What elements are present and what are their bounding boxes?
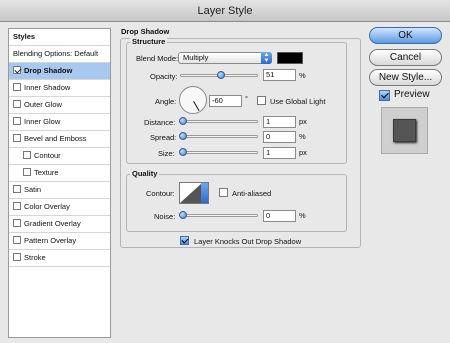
style-item-label: Stroke [24,253,46,262]
spread-slider[interactable] [179,132,258,140]
knockout-label: Layer Knocks Out Drop Shadow [194,237,302,246]
contour-label: Contour: [146,189,175,198]
style-item-checkbox[interactable] [13,134,21,142]
noise-slider-thumb[interactable] [179,211,187,219]
ok-button[interactable]: OK [369,27,442,44]
distance-field[interactable]: 1 [263,116,296,128]
style-item[interactable]: Texture [9,165,110,182]
window-title: Layer Style [0,0,450,22]
size-label: Size: [158,149,175,158]
spread-field[interactable]: 0 [263,131,296,143]
style-item-checkbox[interactable] [13,83,21,91]
angle-unit: ° [245,94,248,103]
blend-mode-value: Multiply [183,53,209,62]
size-field[interactable]: 1 [263,147,296,159]
style-item-label: Satin [24,185,42,194]
style-item-checkbox[interactable] [23,151,31,159]
style-item-label: Drop Shadow [24,66,73,75]
styles-header[interactable]: Styles [9,29,110,46]
use-global-light-checkbox[interactable] [257,96,266,105]
anti-aliased-checkbox[interactable] [219,188,228,197]
style-item-checkbox[interactable] [13,202,21,210]
style-item-checkbox[interactable] [13,236,21,244]
noise-label: Noise: [154,212,176,221]
select-arrows-icon: ▲ ▼ [261,52,272,64]
structure-title: Structure [130,37,168,46]
size-unit: px [299,148,307,157]
contour-dropdown-icon[interactable] [201,183,208,203]
opacity-slider-thumb[interactable] [216,71,225,79]
opacity-unit: % [299,71,306,80]
layer-style-dialog: Styles Blending Options: Default Drop Sha… [0,22,450,343]
panel-title: Drop Shadow [121,27,170,36]
style-item-checkbox[interactable] [13,100,21,108]
contour-picker[interactable] [179,182,209,204]
style-item-label: Texture [34,168,59,177]
style-item[interactable]: Pattern Overlay [9,233,110,250]
spread-unit: % [299,132,306,141]
blend-mode-label: Blend Mode: [136,54,179,63]
new-style-button[interactable]: New Style... [369,69,442,86]
angle-label: Angle: [155,97,177,106]
style-item-label: Color Overlay [24,202,70,211]
style-item-label: Inner Shadow [24,83,71,92]
style-item-label: Blending Options: Default [13,49,99,58]
style-item[interactable]: Inner Shadow [9,80,110,97]
style-item[interactable]: Gradient Overlay [9,216,110,233]
opacity-slider[interactable] [180,71,258,79]
anti-aliased-label: Anti-aliased [232,189,272,198]
style-item[interactable]: Outer Glow [9,97,110,114]
quality-title: Quality [130,169,160,178]
style-item[interactable]: Inner Glow [9,114,110,131]
noise-field[interactable]: 0 [263,210,296,222]
spread-label: Spread: [150,133,177,142]
distance-slider-thumb[interactable] [179,117,187,125]
angle-field[interactable]: -60 [209,95,242,107]
style-item-label: Inner Glow [24,117,61,126]
style-item-checkbox[interactable] [13,66,21,74]
preview-thumbnail [381,107,428,154]
angle-dial[interactable] [179,86,207,114]
preview-swatch [393,119,416,142]
opacity-label: Opacity: [150,72,178,81]
style-item-checkbox[interactable] [13,117,21,125]
preview-label: Preview [394,89,430,100]
style-item-checkbox[interactable] [13,253,21,261]
use-global-light-label: Use Global Light [270,97,326,106]
angle-dial-hand [193,101,200,112]
size-slider-thumb[interactable] [179,148,187,156]
style-item-checkbox[interactable] [23,168,31,176]
style-item-label: Contour [34,151,61,160]
distance-unit: px [299,117,307,126]
style-item[interactable]: Color Overlay [9,199,110,216]
style-item[interactable]: Contour [9,148,110,165]
noise-unit: % [299,211,306,220]
spread-slider-thumb[interactable] [179,132,187,140]
style-item-label: Bevel and Emboss [24,134,87,143]
style-item-checkbox[interactable] [13,219,21,227]
preview-checkbox[interactable] [379,90,390,101]
styles-list: Styles Blending Options: Default Drop Sha… [8,28,111,338]
cancel-button[interactable]: Cancel [369,49,442,66]
style-item-checkbox[interactable] [13,185,21,193]
style-item[interactable]: Bevel and Emboss [9,131,110,148]
style-item-label: Pattern Overlay [24,236,77,245]
blend-mode-select[interactable]: Multiply ▲ ▼ [178,52,272,64]
style-item[interactable]: Satin [9,182,110,199]
style-item[interactable]: Stroke [9,250,110,267]
style-item[interactable]: Drop Shadow [9,63,110,80]
distance-slider[interactable] [179,117,258,125]
noise-slider[interactable] [179,211,258,219]
distance-label: Distance: [144,118,176,127]
size-slider[interactable] [179,148,258,156]
style-item[interactable]: Blending Options: Default [9,46,110,63]
knockout-checkbox[interactable] [180,236,189,245]
shadow-color-swatch[interactable] [277,52,303,64]
opacity-field[interactable]: 51 [263,69,296,81]
style-item-label: Gradient Overlay [24,219,81,228]
quality-group [126,174,347,232]
style-item-label: Outer Glow [24,100,62,109]
